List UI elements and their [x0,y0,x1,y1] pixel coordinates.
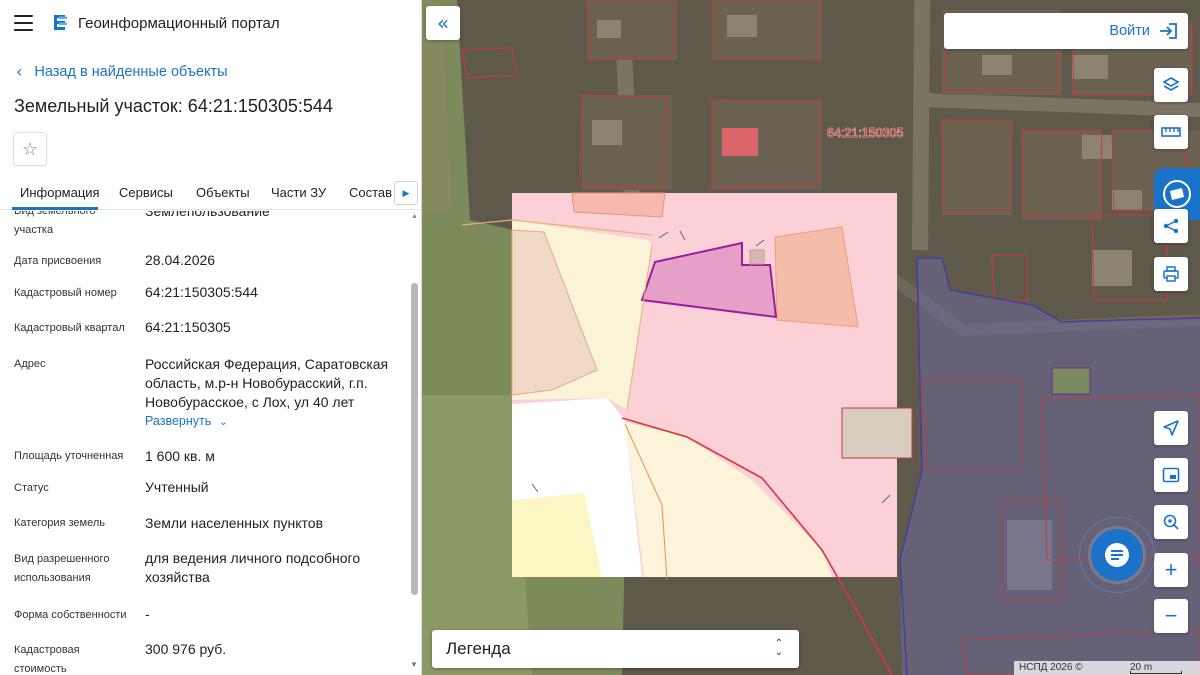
info-label: Кадастровая стоимость [14,644,80,675]
navigation-arrow-icon [1163,420,1179,436]
info-label: Кадастровый квартал [14,322,125,334]
layers-button[interactable] [1154,68,1188,102]
zoom-in-icon: + [1164,557,1178,582]
info-label: Вид разрешенного использования [14,553,110,584]
login-icon [1160,23,1177,39]
updown-chevron-icon: ⌃ ⌄ [774,638,783,658]
info-value: 28.04.2026 [145,252,216,268]
login-button[interactable]: Войти [944,13,1188,49]
chat-icon [1105,543,1129,567]
expand-label: Развернуть [145,414,212,428]
info-label: Категория земель [14,517,105,529]
share-button[interactable] [1154,209,1188,243]
ruler-icon [1161,127,1181,137]
chat-button[interactable] [1091,529,1143,581]
back-link-label: Назад в найденные объекты [34,63,228,80]
star-icon: ☆ [21,138,39,160]
print-icon [1163,266,1179,282]
favorite-button[interactable]: ☆ [13,132,47,166]
map-footer: НСПД 2026 © 20 m [1014,661,1200,675]
scroll-down-icon[interactable]: ▼ [410,660,418,669]
scroll-thumb[interactable] [411,283,418,595]
active-tab-indicator [12,207,98,210]
info-label: Кадастровый номер [14,287,117,299]
geolocation-icon [1163,514,1179,530]
info-value: 1 600 кв. м [145,448,215,464]
expand-address-link[interactable]: Развернуть ⌄ [145,414,228,428]
scroll-up-icon[interactable]: ▲ [411,213,418,220]
info-value: Учтенный [145,479,209,495]
tab-info[interactable]: Информация [20,185,100,200]
chevron-down-icon: ⌄ [219,417,228,428]
geolocation-button[interactable] [1154,505,1188,539]
info-value: Землепользование [145,211,270,219]
double-chevron-left-icon: « [436,11,450,35]
tabs-scroll-right-button[interactable]: ▶ [394,181,418,205]
info-value: 64:21:150305:544 [145,284,258,300]
quarter-label: 64:21:150305 [827,126,904,140]
scale-bar [1130,671,1182,674]
top-bar: Геоинформационный портал [0,0,421,48]
info-list: Вид земельного участка Землепользование … [0,211,408,675]
info-value: - [145,606,150,622]
info-label: Дата присвоения [14,255,102,267]
copyright-text: НСПД 2026 © [1019,662,1083,673]
collapse-panel-button[interactable]: « [426,6,460,40]
locate-button[interactable] [1154,411,1188,445]
caret-right-icon: ▶ [402,187,410,198]
info-label: Статус [14,482,49,494]
legend-label: Легенда [446,639,511,658]
share-icon [1163,218,1179,234]
measure-button[interactable] [1154,115,1188,149]
address-value: Российская Федерация, Саратовская област… [145,356,389,410]
info-label: Форма собственности [14,609,127,621]
assistant-icon [1163,180,1191,208]
page-title: Земельный участок: 64:21:150305:544 [14,96,333,116]
tab-services[interactable]: Сервисы [119,185,173,200]
zoom-out-icon: − [1164,603,1178,628]
menu-icon[interactable] [14,15,33,31]
portal-logo-icon [54,15,67,30]
info-value: 300 976 руб. [145,641,227,657]
tab-parts[interactable]: Части ЗУ [271,185,326,200]
zoom-in-button[interactable]: + [1154,553,1188,587]
info-value: 64:21:150305 [145,319,231,335]
legend-select[interactable]: Легенда ⌃ ⌄ [432,630,799,668]
login-label: Войти [1109,23,1150,39]
print-button[interactable] [1154,257,1188,291]
tab-bar: Информация Сервисы Объекты Части ЗУ Сост… [0,176,421,210]
app-title: Геоинформационный портал [78,15,280,32]
minimap-button[interactable] [1154,458,1188,492]
info-label: Вид земельного участка [14,211,96,236]
panel-scrollbar[interactable]: ▲ ▼ [409,211,420,675]
info-value: для ведения личного подсобного хозяйства [145,550,361,585]
info-label: Площадь уточненная [14,450,124,462]
side-panel: Геоинформационный портал ‹ Назад в найде… [0,0,422,675]
chevron-left-icon: ‹ [16,62,23,81]
layers-icon [1162,77,1180,91]
info-value: Земли населенных пунктов [145,515,324,531]
tab-composition[interactable]: Состав [349,185,392,200]
minimap-icon [1162,467,1180,483]
info-label: Адрес [14,358,46,370]
zoom-out-button[interactable]: − [1154,599,1188,633]
back-to-results-link[interactable]: ‹ Назад в найденные объекты [16,62,228,81]
tab-objects[interactable]: Объекты [196,185,250,200]
